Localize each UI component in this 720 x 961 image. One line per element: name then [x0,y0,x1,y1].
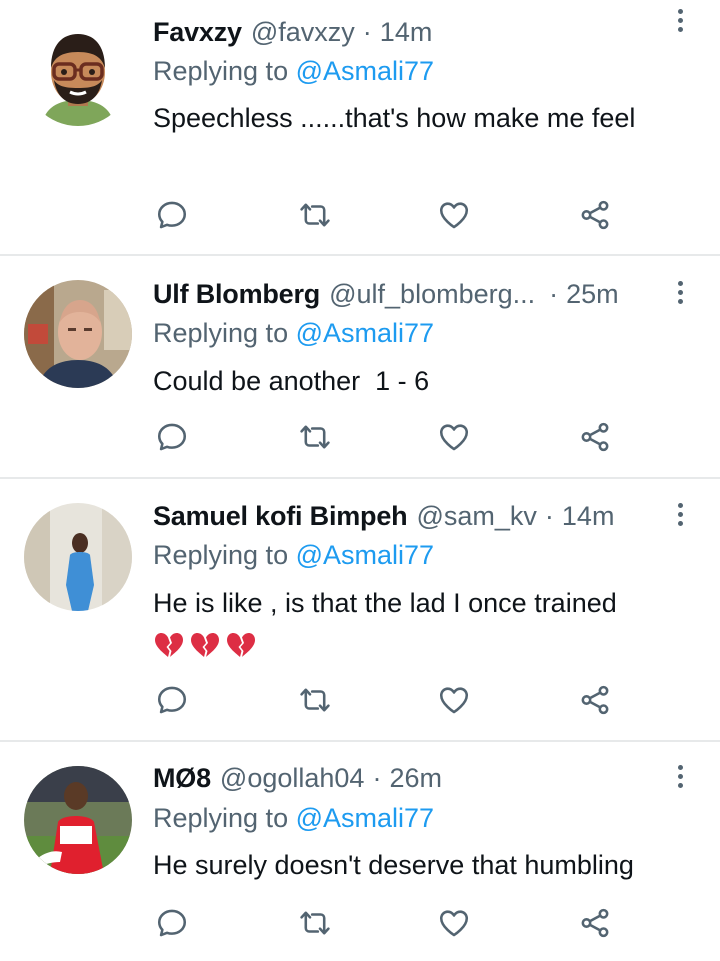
like-icon[interactable] [434,195,474,235]
tweet-header: Favxzy @favxzy · 14m [153,12,432,52]
separator: · [544,500,554,531]
avatar[interactable] [24,280,132,388]
share-icon[interactable] [575,195,615,235]
separator: · [372,762,382,793]
tweet-header: Ulf Blomberg @ulf_blomberg... · 25m [153,274,619,314]
tweet-actions [0,903,720,943]
tweet[interactable]: Favxzy @favxzy · 14m Replying to @Asmali… [0,0,720,254]
retweet-icon[interactable] [295,195,335,235]
timestamp[interactable]: 14m [562,501,615,532]
tweet-text: Speechless ......that's how make me feel [153,103,636,133]
more-options-icon[interactable] [668,500,692,530]
display-name[interactable]: Favxzy [153,17,242,48]
tweet-actions [0,417,720,457]
reply-icon[interactable] [152,417,192,457]
share-icon[interactable] [575,417,615,457]
mention-link[interactable]: @Asmali77 [296,318,434,348]
user-handle[interactable]: @ogollah04 [220,763,365,794]
share-icon[interactable] [575,903,615,943]
mention-link[interactable]: @Asmali77 [296,540,434,570]
tweet-text: Could be another 1 - 6 [153,366,430,396]
share-icon[interactable] [575,680,615,720]
tweet[interactable]: Ulf Blomberg @ulf_blomberg... · 25m Repl… [0,256,720,476]
tweet-actions [0,680,720,720]
avatar[interactable] [24,766,132,874]
retweet-icon[interactable] [295,903,335,943]
more-options-icon[interactable] [668,762,692,792]
retweet-icon[interactable] [295,417,335,457]
reply-feed: Favxzy @favxzy · 14m Replying to @Asmali… [0,0,720,961]
tweet-actions [0,195,720,235]
photo-avatar [24,766,132,874]
reply-icon[interactable] [152,680,192,720]
replying-prefix: Replying to [153,803,289,833]
reply-icon[interactable] [152,903,192,943]
separator: · [362,16,372,47]
replying-to: Replying to @Asmali77 [153,318,434,349]
mention-link[interactable]: @Asmali77 [296,803,434,833]
user-handle[interactable]: @sam_kv [416,501,536,532]
reply-icon[interactable] [152,195,192,235]
photo-avatar [24,280,132,388]
tweet-header: Samuel kofi Bimpeh @sam_kv · 14m [153,496,614,536]
replying-prefix: Replying to [153,56,289,86]
like-icon[interactable] [434,903,474,943]
like-icon[interactable] [434,680,474,720]
display-name[interactable]: Ulf Blomberg [153,279,320,310]
mention-link[interactable]: @Asmali77 [296,56,434,86]
timestamp[interactable]: 26m [389,763,442,794]
tweet-text: He surely doesn't deserve that humbling [153,850,634,880]
replying-prefix: Replying to [153,318,289,348]
retweet-icon[interactable] [295,680,335,720]
replying-prefix: Replying to [153,540,289,570]
photo-avatar [24,503,132,611]
avatar[interactable] [24,18,132,126]
user-handle[interactable]: @ulf_blomberg... [329,279,535,310]
tweet[interactable]: Samuel kofi Bimpeh @sam_kv · 14m Replyin… [0,479,720,738]
timestamp[interactable]: 25m [566,279,619,310]
broken-heart-icon [189,631,221,661]
avatar[interactable] [24,503,132,611]
tweet-text-line: He is like , is that the lad I once trai… [153,588,617,618]
like-icon[interactable] [434,417,474,457]
replying-to: Replying to @Asmali77 [153,56,434,87]
replying-to: Replying to @Asmali77 [153,540,434,571]
emoji-row [153,625,703,659]
more-options-icon[interactable] [668,278,692,308]
timestamp[interactable]: 14m [380,17,433,48]
replying-to: Replying to @Asmali77 [153,803,434,834]
display-name[interactable]: Samuel kofi Bimpeh [153,501,408,532]
memoji-avatar [24,18,132,126]
broken-heart-icon [153,631,185,661]
tweet-header: MØ8 @ogollah04 · 26m [153,758,442,798]
broken-heart-icon [225,631,257,661]
tweet[interactable]: MØ8 @ogollah04 · 26m Replying to @Asmali… [0,742,720,961]
more-options-icon[interactable] [668,6,692,36]
separator: · [549,278,559,309]
tweet-text: He is like , is that the lad I once trai… [153,584,703,659]
display-name[interactable]: MØ8 [153,763,211,794]
user-handle[interactable]: @favxzy [251,17,355,48]
